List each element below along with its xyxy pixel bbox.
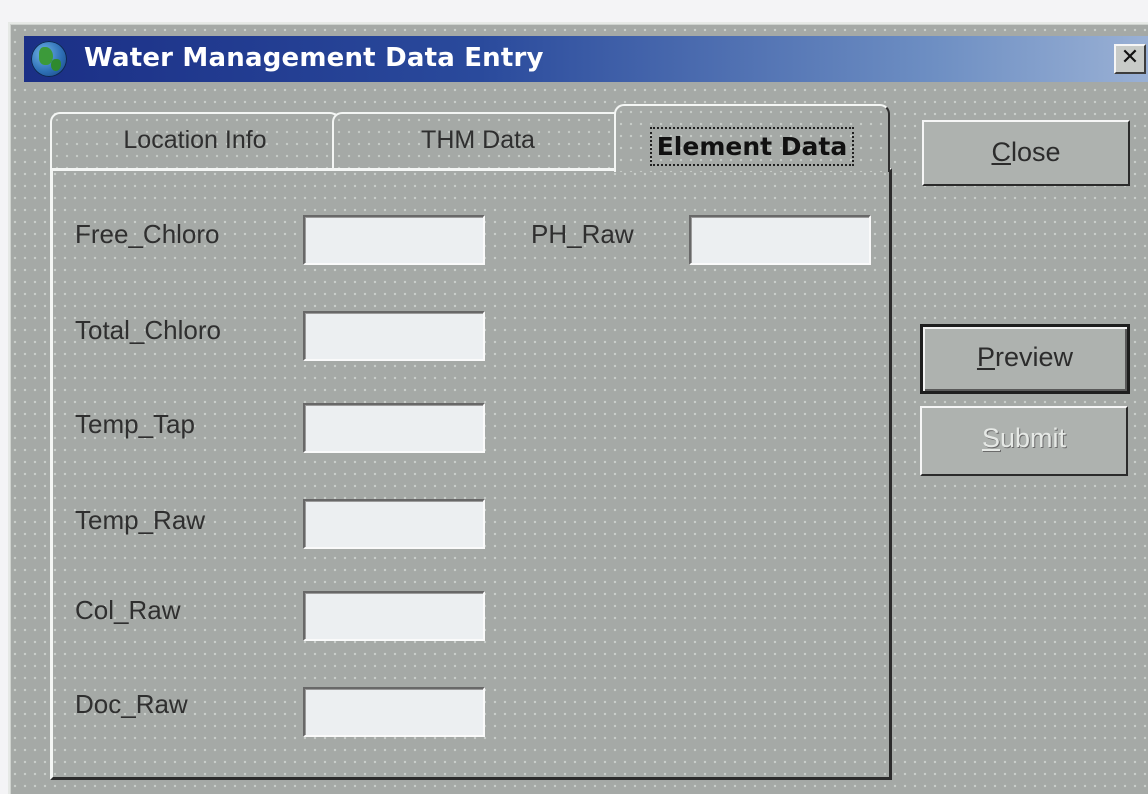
close-window-button[interactable]: ✕	[1114, 44, 1146, 74]
tab-thm-data[interactable]: THM Data	[332, 112, 624, 170]
title-bar[interactable]: Water Management Data Entry ✕	[24, 36, 1148, 82]
globe-icon	[31, 41, 67, 77]
accelerator-key: S	[981, 423, 1000, 453]
tab-location-info[interactable]: Location Info	[50, 112, 340, 170]
free-chloro-input[interactable]	[303, 215, 485, 265]
button-label: ubmit	[999, 423, 1067, 453]
preview-button[interactable]: Preview	[920, 324, 1130, 394]
tab-label: Location Info	[123, 126, 267, 154]
ph-raw-label: PH_Raw	[531, 219, 634, 249]
free-chloro-label: Free_Chloro	[75, 219, 220, 249]
doc-raw-input[interactable]	[303, 687, 485, 737]
total-chloro-label: Total_Chloro	[75, 315, 221, 345]
tab-element-data[interactable]: Element Data	[614, 104, 890, 172]
submit-button[interactable]: Submit	[920, 406, 1128, 476]
col-raw-input[interactable]	[303, 591, 485, 641]
temp-raw-input[interactable]	[303, 499, 485, 549]
close-button[interactable]: Close	[922, 120, 1130, 186]
col-raw-label: Col_Raw	[75, 595, 181, 625]
temp-tap-input[interactable]	[303, 403, 485, 453]
accelerator-key: P	[976, 342, 995, 372]
tab-label: THM Data	[421, 126, 535, 154]
data-entry-window: Water Management Data Entry ✕ Location I…	[8, 22, 1148, 794]
temp-tap-label: Temp_Tap	[75, 409, 195, 439]
globe-land	[51, 59, 61, 71]
temp-raw-label: Temp_Raw	[75, 505, 206, 535]
button-label: review	[994, 342, 1074, 372]
window-title: Water Management Data Entry	[84, 43, 544, 73]
button-label: lose	[1010, 137, 1061, 167]
tab-label: Element Data	[649, 127, 855, 166]
element-data-panel: Free_Chloro PH_Raw Total_Chloro Temp_Tap…	[50, 168, 892, 780]
ph-raw-input[interactable]	[689, 215, 871, 265]
accelerator-key: C	[991, 137, 1011, 167]
doc-raw-label: Doc_Raw	[75, 689, 188, 719]
total-chloro-input[interactable]	[303, 311, 485, 361]
